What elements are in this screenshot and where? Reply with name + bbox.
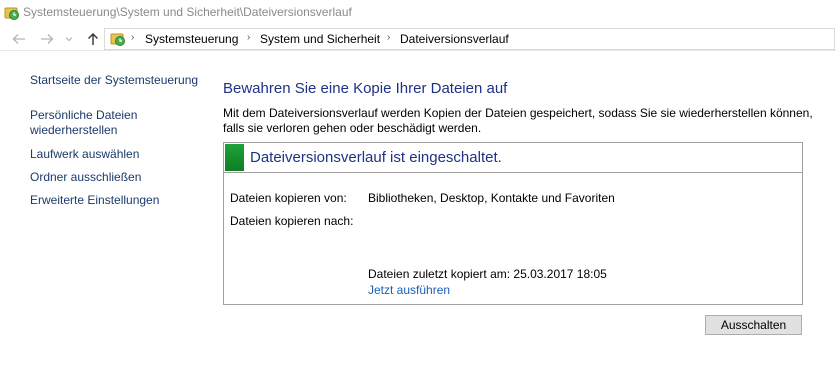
breadcrumb-dateiversionsverlauf[interactable]: Dateiversionsverlauf [400, 32, 509, 46]
copy-from-label: Dateien kopieren von: [230, 191, 347, 205]
copy-from-value: Bibliotheken, Desktop, Kontakte und Favo… [368, 191, 615, 205]
sidebar: Startseite der Systemsteuerung Persönlic… [0, 52, 215, 369]
address-bar[interactable]: › Systemsteuerung › System und Sicherhei… [104, 28, 835, 50]
chevron-down-icon[interactable] [63, 29, 75, 49]
sidebar-item-home[interactable]: Startseite der Systemsteuerung [30, 73, 198, 88]
chevron-right-icon[interactable]: › [131, 32, 134, 43]
chevron-right-icon[interactable]: › [387, 32, 390, 43]
status-panel: Dateiversionsverlauf ist eingeschaltet. … [223, 142, 803, 305]
breadcrumb-system-und-sicherheit[interactable]: System und Sicherheit [260, 32, 380, 46]
page-title: Bewahren Sie eine Kopie Ihrer Dateien au… [223, 80, 508, 97]
arrow-right-icon[interactable] [38, 29, 56, 49]
file-history-icon [110, 31, 126, 47]
sidebar-item-restore-files[interactable]: Persönliche Dateien wiederherstellen [30, 108, 180, 138]
arrow-up-icon[interactable] [84, 29, 102, 49]
last-copied-text: Dateien zuletzt kopiert am: 25.03.2017 1… [368, 267, 607, 281]
status-header: Dateiversionsverlauf ist eingeschaltet. [224, 143, 802, 173]
window-title: Systemsteuerung\System und Sicherheit\Da… [23, 5, 352, 19]
page-description: Mit dem Dateiversionsverlauf werden Kopi… [223, 106, 813, 135]
status-title: Dateiversionsverlauf ist eingeschaltet. [250, 149, 502, 166]
file-history-icon [4, 5, 20, 21]
arrow-left-icon[interactable] [10, 29, 28, 49]
title-bar: Systemsteuerung\System und Sicherheit\Da… [0, 0, 836, 26]
chevron-right-icon[interactable]: › [247, 32, 250, 43]
copy-to-label: Dateien kopieren nach: [230, 214, 354, 228]
sidebar-item-advanced-settings[interactable]: Erweiterte Einstellungen [30, 193, 159, 208]
navigation-bar: › Systemsteuerung › System und Sicherhei… [0, 27, 836, 51]
run-now-link[interactable]: Jetzt ausführen [368, 283, 450, 297]
sidebar-item-exclude-folders[interactable]: Ordner ausschließen [30, 170, 141, 185]
turn-off-button[interactable]: Ausschalten [705, 315, 802, 335]
status-indicator [225, 144, 244, 171]
breadcrumb-systemsteuerung[interactable]: Systemsteuerung [145, 32, 238, 46]
sidebar-item-select-drive[interactable]: Laufwerk auswählen [30, 147, 139, 162]
